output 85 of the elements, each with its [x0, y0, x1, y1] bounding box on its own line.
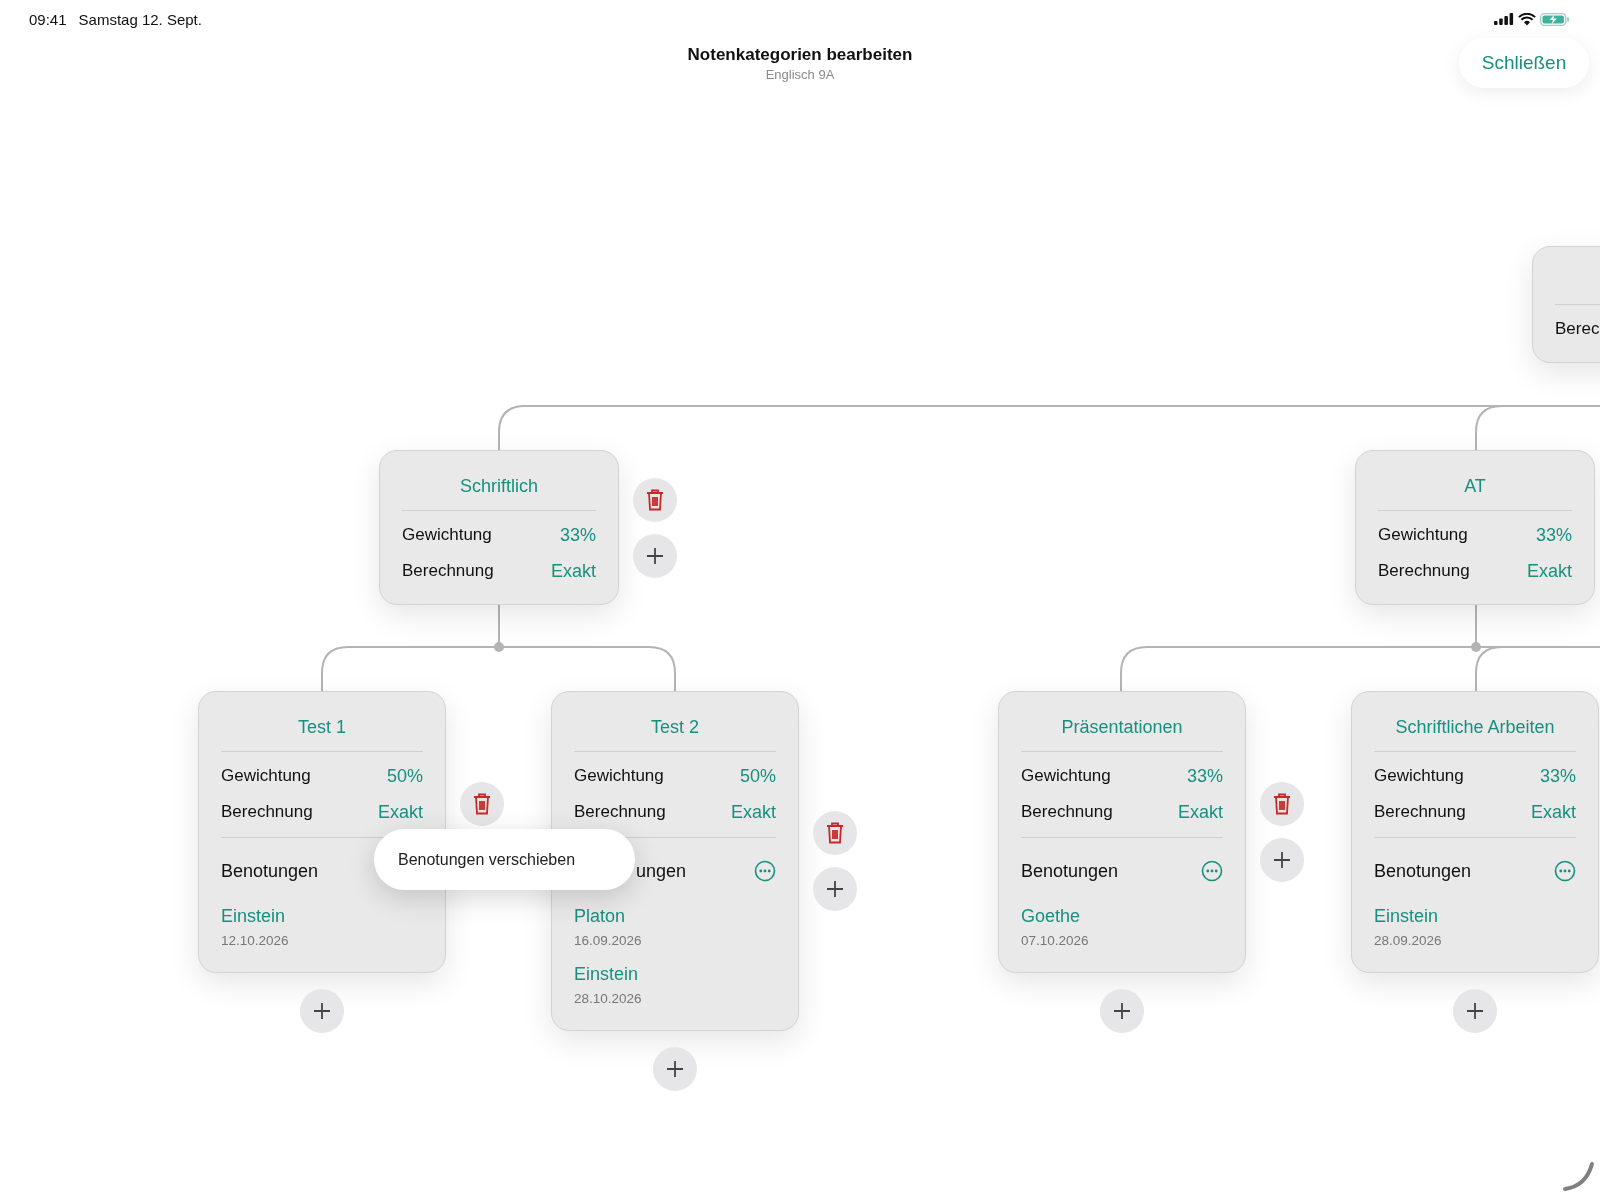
card-title: Test 2: [650, 716, 700, 739]
grade-date: 16.09.2026: [574, 932, 642, 950]
field-value[interactable]: Exakt: [377, 801, 423, 823]
grade-date: 28.09.2026: [1374, 932, 1442, 950]
field-value[interactable]: 33%: [1186, 765, 1223, 787]
plus-icon: [826, 880, 844, 898]
delete-button[interactable]: [813, 811, 857, 855]
plus-icon: [313, 1002, 331, 1020]
add-button[interactable]: [300, 989, 344, 1033]
battery-charging-icon: [1540, 12, 1570, 26]
add-button[interactable]: [813, 867, 857, 911]
add-button[interactable]: [1260, 838, 1304, 882]
trash-icon: [646, 488, 664, 511]
add-button[interactable]: [1453, 989, 1497, 1033]
field-value[interactable]: 50%: [386, 765, 423, 787]
field-value[interactable]: 33%: [1539, 765, 1576, 787]
trash-icon: [1273, 793, 1291, 815]
plus-icon: [646, 546, 664, 565]
grade-name[interactable]: Einstein: [1374, 904, 1439, 928]
grade-date: 12.10.2026: [221, 932, 289, 950]
field-label: Berechnung: [221, 802, 313, 822]
grade-date: 28.10.2026: [574, 990, 642, 1008]
category-card[interactable]: Berec: [1532, 246, 1600, 363]
field-label: Berec: [1555, 319, 1600, 339]
field-label: Berechnung: [402, 561, 494, 581]
grade-name[interactable]: Platon: [574, 904, 626, 928]
section-label: Benotungen: [1021, 860, 1119, 882]
plus-icon: [666, 1060, 684, 1078]
menu-item[interactable]: Benotungen verschieben: [374, 829, 635, 890]
field-label: Gewichtung: [1374, 766, 1464, 786]
delete-button[interactable]: [1260, 782, 1304, 826]
status-date: Samstag 12. Sept.: [78, 10, 202, 28]
plus-icon: [1273, 851, 1291, 869]
section-label: Benotungen: [221, 860, 319, 882]
delete-button[interactable]: [633, 477, 677, 522]
screen-subtitle: Englisch 9A: [765, 67, 835, 82]
card-title: AT: [1463, 475, 1487, 498]
delete-button[interactable]: [460, 782, 504, 826]
field-label: Gewichtung: [574, 766, 664, 786]
add-button[interactable]: [633, 533, 677, 578]
add-button[interactable]: [653, 1047, 697, 1091]
trash-icon: [473, 793, 491, 815]
field-value[interactable]: 33%: [1535, 524, 1572, 546]
field-value[interactable]: Exakt: [730, 801, 776, 823]
plus-icon: [1466, 1002, 1484, 1020]
field-label: Berechnung: [574, 802, 666, 822]
more-icon[interactable]: [1201, 860, 1223, 882]
section-label: ungen: [635, 860, 687, 882]
category-card[interactable]: Schriftlich Gewichtung 33% Berechnung Exakt: [379, 450, 619, 605]
wifi-icon: [1518, 12, 1536, 26]
status-time: 09:41: [29, 10, 67, 28]
more-icon[interactable]: [1554, 860, 1576, 882]
field-label: Berechnung: [1021, 802, 1113, 822]
field-label: Gewichtung: [221, 766, 311, 786]
field-value[interactable]: Exakt: [1526, 560, 1572, 582]
field-value[interactable]: 50%: [739, 765, 776, 787]
grade-date: 07.10.2026: [1021, 932, 1089, 950]
trash-icon: [826, 822, 844, 844]
close-button[interactable]: Schließen: [1459, 38, 1589, 88]
spinner-icon: [1562, 1160, 1596, 1192]
more-icon[interactable]: [754, 860, 776, 882]
category-card[interactable]: Schriftliche Arbeiten Gewichtung 33% Berechnung Exakt Benotungen Einstein 28.09.2026: [1351, 691, 1599, 973]
card-title: Schriftlich: [459, 475, 539, 498]
field-value[interactable]: Exakt: [1530, 801, 1576, 823]
add-button[interactable]: [1100, 989, 1144, 1033]
card-title: Test 1: [297, 716, 347, 739]
field-label: Gewichtung: [1378, 525, 1468, 545]
card-title: Präsentationen: [1060, 716, 1184, 739]
field-label: Gewichtung: [402, 525, 492, 545]
grade-name[interactable]: Einstein: [221, 904, 286, 928]
screen-title: Notenkategorien bearbeiten: [687, 45, 913, 65]
field-label: Gewichtung: [1021, 766, 1111, 786]
field-label: Berechnung: [1378, 561, 1470, 581]
field-value[interactable]: Exakt: [1177, 801, 1223, 823]
field-value[interactable]: 33%: [559, 524, 596, 546]
section-label: Benotungen: [1374, 860, 1472, 882]
field-label: Berechnung: [1374, 802, 1466, 822]
field-value[interactable]: Exakt: [550, 560, 596, 582]
grade-name[interactable]: Goethe: [1021, 904, 1081, 928]
category-card[interactable]: Präsentationen Gewichtung 33% Berechnung Exakt Benotungen Goethe 07.10.2026: [998, 691, 1246, 973]
category-card[interactable]: AT Gewichtung 33% Berechnung Exakt: [1355, 450, 1595, 605]
card-title: Schriftliche Arbeiten: [1394, 716, 1556, 739]
grade-name[interactable]: Einstein: [574, 962, 639, 986]
signal-icon: [1494, 13, 1514, 25]
plus-icon: [1113, 1002, 1131, 1020]
